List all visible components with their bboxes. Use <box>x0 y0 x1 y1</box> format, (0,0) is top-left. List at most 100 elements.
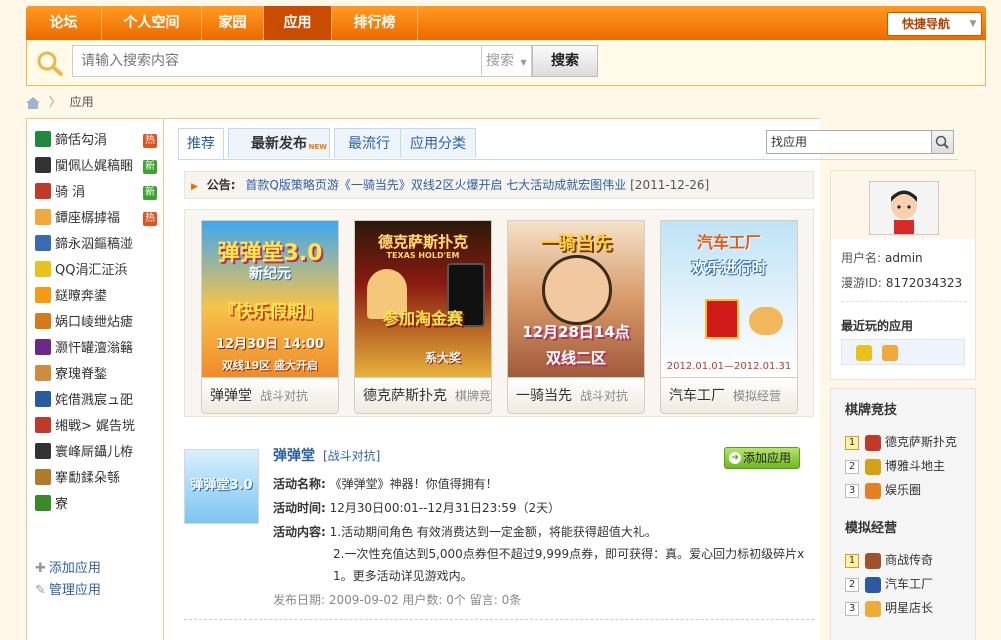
game-image[interactable]: 弹弹堂3.0 新纪元 『快乐假期』 12月30日 14:00 双线19区 盛大开… <box>201 220 339 378</box>
game-caption: 弹弹堂 战斗对抗 <box>201 378 339 414</box>
game-category: 战斗对抗 <box>580 389 629 403</box>
game-image[interactable]: 德克萨斯扑克 TEXAS HOLD'EM 参加淘金赛 系大奖 <box>354 220 492 378</box>
rank-row[interactable]: 2 汽车工厂 <box>845 575 933 593</box>
sidebar-app-item[interactable]: QQ涓汇泟浜 <box>35 259 157 283</box>
sidebar-app-item[interactable]: 娲口崚绁炶瘧 <box>35 311 157 335</box>
sidebar-app-item[interactable]: 骑 涓新 <box>35 181 157 205</box>
app-icon <box>35 261 51 277</box>
sidebar-app-label: QQ涓汇泟浜 <box>55 263 128 278</box>
sidebar-app-label: 寮瑰脊鍫 <box>55 367 108 382</box>
nav-forum[interactable]: 论坛 <box>26 6 102 40</box>
game-card-texas-poker[interactable]: 德克萨斯扑克 TEXAS HOLD'EM 参加淘金赛 系大奖 德克萨斯扑克 棋牌竞 <box>354 220 492 415</box>
find-app-input[interactable]: 找应用 <box>766 130 932 154</box>
app-sidebar: 鍗佸勾涓热闃佩亾娓稿睏新骑 涓新鐔座樼摢福 热鍗永泅鏂稿湴 QQ涓汇泟浜鎹曢奔鍙 娲口… <box>26 118 164 640</box>
sidebar-app-item[interactable]: 鎹曢奔鍙 <box>35 285 157 309</box>
detail-row: 活动时间: 12月30日00:01--12月31日23:59（2天） <box>273 499 560 516</box>
detail-key: 活动内容: <box>273 525 326 539</box>
sidebar-app-label: 鐔座樼摢福 <box>55 211 121 226</box>
app-icon <box>35 157 51 173</box>
game-name[interactable]: 弹弹堂 <box>210 388 252 404</box>
breadcrumb-current: 应用 <box>69 95 94 109</box>
sidebar-app-item[interactable]: 寰峰厛鑷儿栫 <box>35 441 157 465</box>
sidebar-app-item[interactable]: 姹借溅宸ュ巶 <box>35 389 157 413</box>
find-app-button[interactable] <box>932 130 954 154</box>
app-category[interactable]: [战斗对抗] <box>323 447 380 464</box>
game-card-yiqidangxian[interactable]: 一骑当先 12月28日14点 双线二区 一骑当先 战斗对抗 <box>507 220 645 415</box>
rank-number: 3 <box>845 483 859 498</box>
bullet-icon: ▶ <box>191 182 198 192</box>
rank-row[interactable]: 1 商战传奇 <box>845 551 933 569</box>
detail-value: 《弹弹堂》神器！你值得拥有！ <box>329 477 498 491</box>
tab-categories[interactable]: 应用分类 <box>400 128 476 158</box>
app-icon <box>35 365 51 381</box>
add-app-link[interactable]: ✚ 添加应用 <box>35 559 101 579</box>
sidebar-app-item[interactable]: 灏忓罐澶滃簵 <box>35 337 157 361</box>
announcement-link[interactable]: 首款Q版策略页游《一骑当先》双线2区火爆开启 七大活动成就宏图伟业 <box>245 178 626 192</box>
tab-popular[interactable]: 最流行 <box>334 128 404 158</box>
game-name[interactable]: 汽车工厂 <box>669 388 725 404</box>
tab-recommended[interactable]: 推荐 <box>178 128 224 159</box>
sidebar-app-item[interactable]: 寮瑰脊鍫 <box>35 363 157 387</box>
sidebar-app-item[interactable]: 缃戦> 娓告垙 <box>35 415 157 439</box>
sidebar-app-item[interactable]: 寮 <box>35 493 157 517</box>
avatar-icon <box>870 182 938 234</box>
search-scope-label: 搜索 <box>486 53 514 69</box>
quick-nav-dropdown[interactable]: 快捷导航 ▼ <box>887 12 982 36</box>
divider <box>841 301 967 302</box>
app-icon <box>35 391 51 407</box>
nav-ranking[interactable]: 排行榜 <box>332 6 418 40</box>
app-icon <box>35 495 51 511</box>
app-title[interactable]: 弹弹堂 <box>273 445 315 465</box>
sidebar-app-label: 寰峰厛鑷儿栫 <box>55 445 134 460</box>
image-line: 12月28日14点 <box>522 323 630 341</box>
game-name[interactable]: 一骑当先 <box>516 388 572 404</box>
top-nav: 论坛 个人空间 家园 应用 排行榜 <box>26 6 986 40</box>
nav-apps[interactable]: 应用 <box>264 6 332 40</box>
sidebar-app-item[interactable]: 鐔座樼摢福 热 <box>35 207 157 231</box>
game-card-dandantang[interactable]: 弹弹堂3.0 新纪元 『快乐假期』 12月30日 14:00 双线19区 盛大开… <box>201 220 339 415</box>
hot-badge: 热 <box>143 212 157 226</box>
new-badge: 新 <box>143 160 157 174</box>
rank-row[interactable]: 3 娱乐圈 <box>845 481 921 499</box>
nav-personal-space[interactable]: 个人空间 <box>102 6 202 40</box>
sidebar-app-item[interactable]: 鍗永泅鏂稿湴 <box>35 233 157 257</box>
detail-value: 2.一次性充值达到5,000点券但不超过9,999点券，即可获得：真。爱心回力标… <box>333 547 805 561</box>
game-name[interactable]: 德克萨斯扑克 <box>363 388 447 404</box>
hot-badge: 热 <box>143 134 157 148</box>
game-image[interactable]: 一骑当先 12月28日14点 双线二区 <box>507 220 645 378</box>
home-icon[interactable] <box>26 96 40 109</box>
search-scope-select[interactable]: 搜索 ▼ <box>482 45 532 77</box>
manage-app-link[interactable]: ✎ 管理应用 <box>35 581 101 601</box>
profile-header <box>831 171 975 239</box>
sidebar-app-label: 寮 <box>55 497 69 512</box>
rabbit-figure <box>749 307 783 335</box>
recent-app-icon[interactable] <box>882 345 898 361</box>
announcement: ▶ 公告: 首款Q版策略页游《一骑当先》双线2区火爆开启 七大活动成就宏图伟业 … <box>184 171 814 199</box>
avatar[interactable] <box>869 181 939 235</box>
detail-row: 2.一次性充值达到5,000点券但不超过9,999点券，即可获得：真。爱心回力标… <box>333 545 804 562</box>
app-icon <box>35 131 51 147</box>
sidebar-app-label: 姹借溅宸ュ巶 <box>55 393 134 408</box>
recent-app-icon[interactable] <box>856 345 872 361</box>
main-content: 推荐 最新发布 NEW 最流行 应用分类 找应用 ▶ 公告: 首款Q版策略页游《… <box>164 118 958 640</box>
tab-latest[interactable]: 最新发布 NEW <box>228 128 330 158</box>
game-card-car-factory[interactable]: 汽车工厂 欢乐进行时 2012.01.01—2012.01.31 汽车工厂 模拟经… <box>660 220 798 415</box>
app-thumbnail[interactable]: 弹弹堂3.0 <box>184 449 259 524</box>
search-button[interactable]: 搜索 <box>532 45 598 77</box>
sidebar-app-item[interactable]: 闃佩亾娓稿睏新 <box>35 155 157 179</box>
game-category: 战斗对抗 <box>260 389 309 403</box>
rank-row[interactable]: 2 博雅斗地主 <box>845 457 945 475</box>
nav-home[interactable]: 家园 <box>202 6 264 40</box>
rank-row[interactable]: 3 明星店长 <box>845 599 933 617</box>
detail-row: 活动内容: 1.活动期间角色 有效消费达到一定金额，将能获得超值大礼。 <box>273 523 657 540</box>
add-app-button[interactable]: ➜ 添加应用 <box>724 447 800 469</box>
rank-row[interactable]: 1 德克萨斯扑克 <box>845 433 957 451</box>
game-caption: 一骑当先 战斗对抗 <box>507 378 645 414</box>
game-image[interactable]: 汽车工厂 欢乐进行时 2012.01.01—2012.01.31 <box>660 220 798 378</box>
search-input[interactable] <box>72 45 482 77</box>
rank-section-title: 棋牌竞技 <box>845 403 898 418</box>
sidebar-app-item[interactable]: 鍗佸勾涓 热 <box>35 129 157 153</box>
app-icon <box>35 443 51 459</box>
app-icon <box>865 600 881 617</box>
sidebar-app-item[interactable]: 搴勫鍒朵綔 <box>35 467 157 491</box>
